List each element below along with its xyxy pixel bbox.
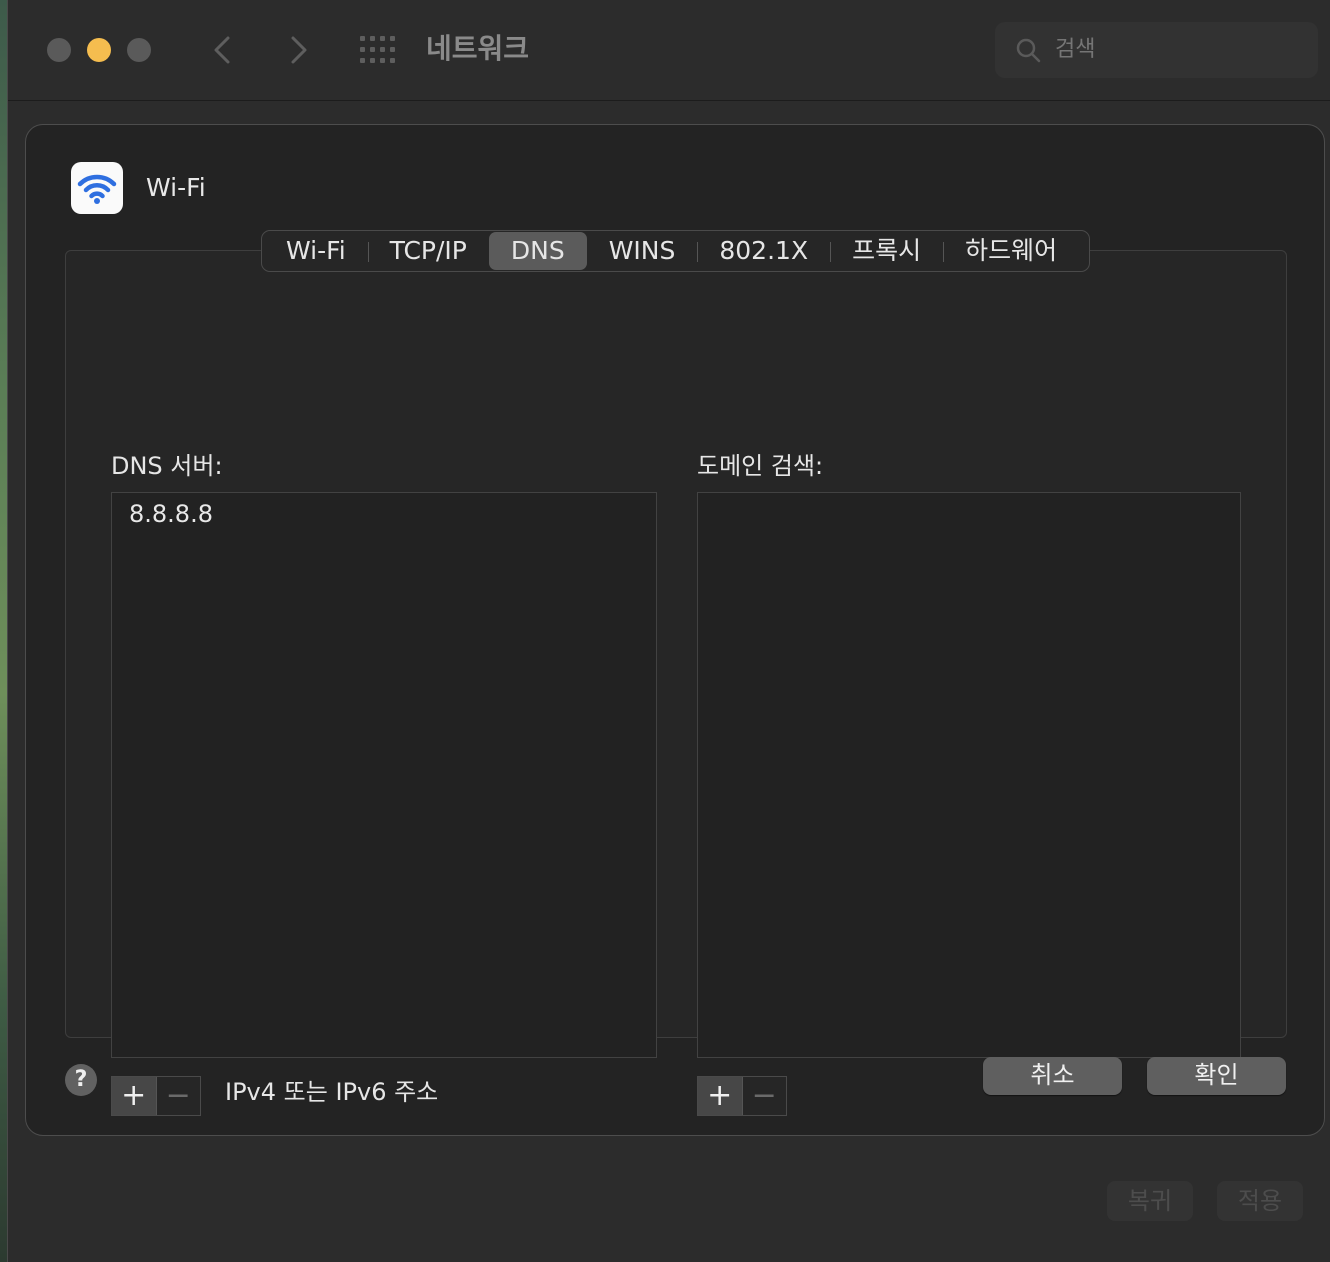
desktop-background [0,0,7,1262]
tab-wins[interactable]: WINS [587,232,698,270]
wifi-service-icon [71,162,123,214]
zoom-window-button[interactable] [127,38,151,62]
cancel-button[interactable]: 취소 [983,1057,1122,1095]
dns-add-remove-control: + − [111,1076,201,1116]
minimize-window-button[interactable] [87,38,111,62]
apply-button[interactable]: 적용 [1217,1181,1303,1221]
close-window-button[interactable] [47,38,71,62]
settings-panel: DNS 서버: 8.8.8.8 + − IPv4 또는 IPv6 주소 도메인 … [65,250,1287,1116]
forward-button[interactable] [278,30,318,70]
add-domain-button[interactable]: + [698,1077,743,1115]
network-preferences-window: 네트워크 Wi-Fi DNS 서버: 8.8.8.8 + − IPv4 [7,0,1330,1262]
remove-domain-button[interactable]: − [743,1077,787,1115]
wifi-icon [77,174,117,204]
back-button[interactable] [203,30,243,70]
revert-button[interactable]: 복귀 [1107,1181,1193,1221]
list-item[interactable]: 8.8.8.8 [129,497,213,531]
tab-wifi[interactable]: Wi-Fi [264,232,368,270]
window-title: 네트워크 [426,32,530,65]
tab-8021x[interactable]: 802.1X [697,232,830,270]
show-all-grid-icon[interactable] [360,36,396,64]
service-name: Wi-Fi [146,173,206,202]
search-icon [1016,38,1041,63]
dns-servers-label: DNS 서버: [111,452,223,480]
search-domains-list[interactable] [697,492,1241,1058]
add-dns-button[interactable]: + [112,1077,157,1115]
dns-servers-list[interactable]: 8.8.8.8 [111,492,657,1058]
search-field[interactable] [995,22,1318,78]
dns-address-hint: IPv4 또는 IPv6 주소 [225,1078,439,1106]
tab-hardware[interactable]: 하드웨어 [943,232,1079,270]
ok-button[interactable]: 확인 [1147,1057,1286,1095]
search-input[interactable] [1055,22,1305,78]
tab-bar: Wi-Fi TCP/IP DNS WINS 802.1X 프록시 하드웨어 [261,230,1090,272]
domains-add-remove-control: + − [697,1076,787,1116]
help-button[interactable]: ? [65,1064,97,1096]
title-bar: 네트워크 [8,0,1330,101]
tab-tcpip[interactable]: TCP/IP [367,232,489,270]
advanced-settings-sheet: Wi-Fi DNS 서버: 8.8.8.8 + − IPv4 또는 IPv6 주… [25,124,1325,1136]
chevron-right-icon [291,36,307,64]
tab-dns[interactable]: DNS [488,232,587,270]
search-domains-label: 도메인 검색: [697,452,824,480]
tab-proxy[interactable]: 프록시 [830,232,943,270]
remove-dns-button[interactable]: − [157,1077,201,1115]
chevron-left-icon [214,36,230,64]
